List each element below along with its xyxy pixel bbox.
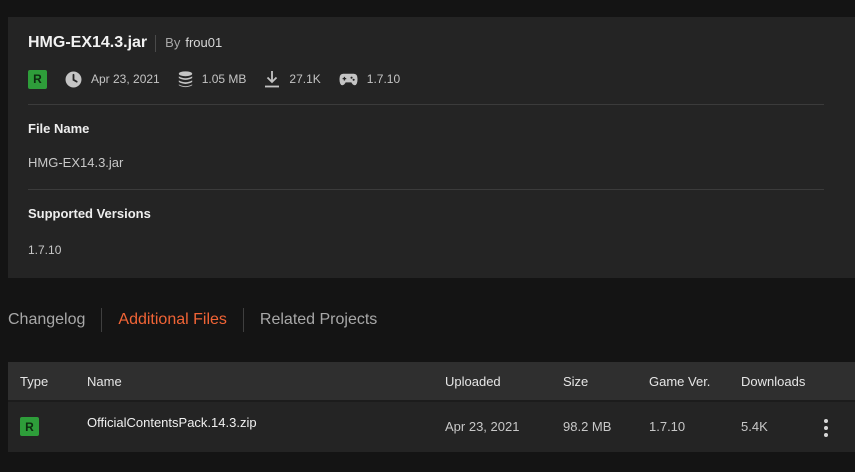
additional-files-table: Type Name Uploaded Size Game Ver. Downlo… bbox=[8, 362, 855, 452]
tab-separator bbox=[101, 308, 103, 332]
more-options-icon[interactable] bbox=[820, 418, 832, 438]
clock-icon bbox=[65, 71, 82, 87]
column-header-uploaded[interactable]: Uploaded bbox=[445, 374, 501, 389]
tab-changelog[interactable]: Changelog bbox=[8, 311, 85, 329]
game-version: 1.7.10 bbox=[649, 419, 686, 434]
file-name-label: File Name bbox=[28, 121, 90, 136]
author-link[interactable]: frou01 bbox=[185, 35, 222, 50]
release-type-badge: R bbox=[20, 417, 39, 436]
file-meta-row: R Apr 23, 2021 1.05 MB 27.1K 1.7.10 bbox=[28, 69, 400, 89]
file-title: HMG-EX14.3.jar bbox=[28, 34, 148, 51]
title-separator bbox=[155, 34, 157, 52]
tab-related-projects[interactable]: Related Projects bbox=[260, 311, 377, 329]
file-size: 1.05 MB bbox=[178, 70, 247, 88]
download-icon bbox=[265, 71, 280, 88]
tab-additional-files[interactable]: Additional Files bbox=[118, 311, 227, 329]
upload-date-text: Apr 23, 2021 bbox=[91, 72, 160, 86]
supported-versions-value: 1.7.10 bbox=[28, 243, 62, 257]
game-version-text: 1.7.10 bbox=[366, 72, 401, 86]
supported-versions-label: Supported Versions bbox=[28, 206, 151, 221]
column-header-downloads[interactable]: Downloads bbox=[741, 374, 805, 389]
uploaded-date: Apr 23, 2021 bbox=[445, 419, 520, 434]
file-details-card: HMG-EX14.3.jar By frou01 R Apr 23, 2021 … bbox=[8, 17, 855, 278]
database-icon bbox=[178, 70, 192, 87]
column-header-type[interactable]: Type bbox=[20, 374, 48, 389]
file-size-text: 1.05 MB bbox=[201, 72, 247, 86]
download-count-text: 27.1K bbox=[289, 72, 321, 86]
game-version: 1.7.10 bbox=[339, 72, 400, 86]
table-row[interactable]: R OfficialContentsPack.14.3.zip Apr 23, … bbox=[8, 402, 855, 452]
gamepad-icon bbox=[339, 73, 358, 85]
file-title-row: HMG-EX14.3.jar By frou01 bbox=[28, 34, 222, 52]
by-label: By bbox=[165, 35, 181, 50]
upload-date: Apr 23, 2021 bbox=[65, 71, 160, 88]
file-name-value: HMG-EX14.3.jar bbox=[28, 155, 124, 170]
column-header-name[interactable]: Name bbox=[87, 374, 122, 389]
file-size: 98.2 MB bbox=[563, 419, 612, 434]
column-header-size[interactable]: Size bbox=[563, 374, 588, 389]
table-header: Type Name Uploaded Size Game Ver. Downlo… bbox=[8, 362, 855, 402]
file-tabs: Changelog Additional Files Related Proje… bbox=[8, 308, 377, 332]
release-type-badge: R bbox=[28, 69, 47, 89]
tab-separator bbox=[242, 308, 244, 332]
divider bbox=[28, 104, 824, 105]
column-header-game-version[interactable]: Game Ver. bbox=[649, 374, 710, 389]
file-name-link[interactable]: OfficialContentsPack.14.3.zip bbox=[87, 415, 257, 430]
divider bbox=[28, 189, 824, 190]
download-count: 5.4K bbox=[741, 419, 768, 434]
download-count: 27.1K bbox=[264, 70, 321, 88]
